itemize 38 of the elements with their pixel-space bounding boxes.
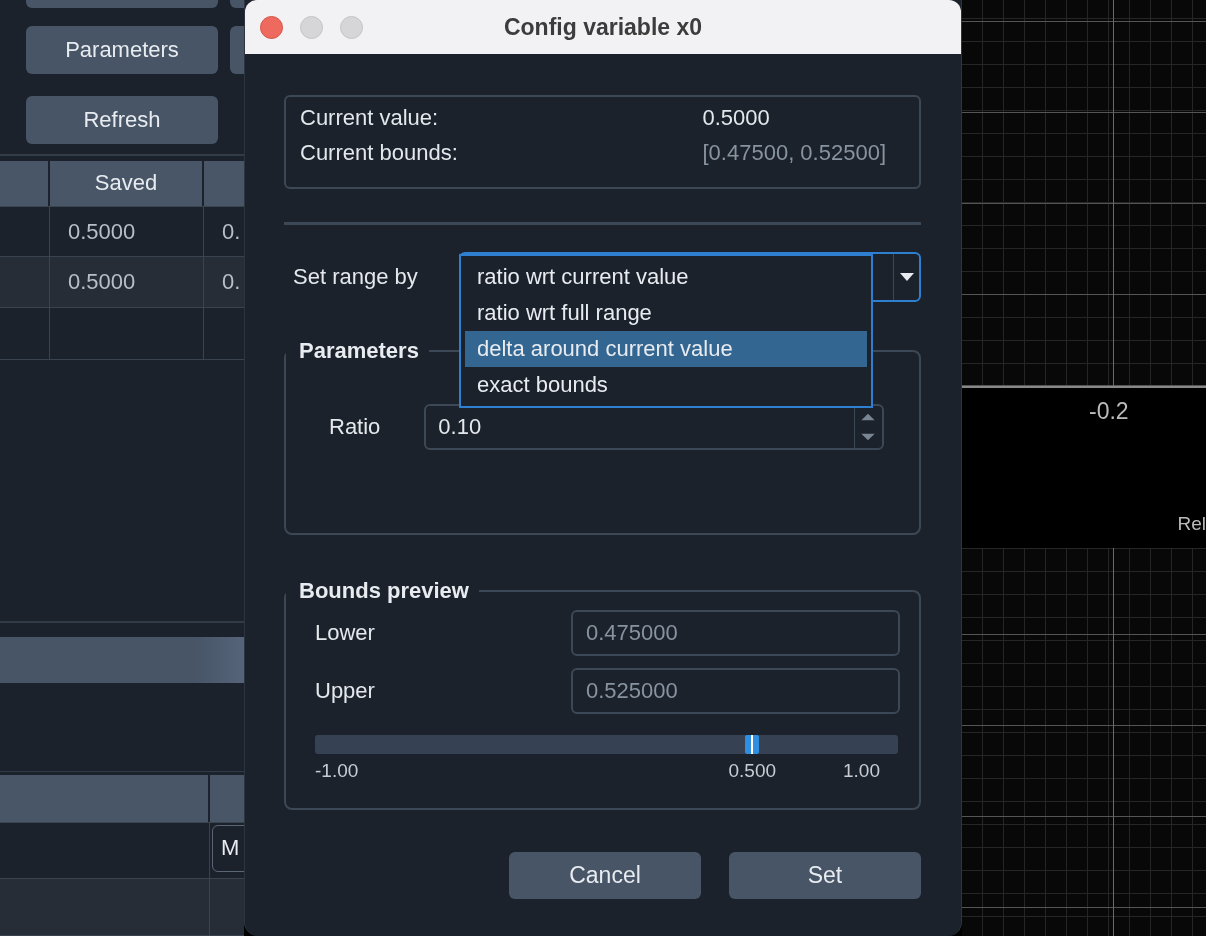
lower-label: Lower bbox=[315, 620, 376, 646]
axis-tick-label: -0.2 bbox=[1089, 398, 1129, 425]
group-title: Bounds preview bbox=[298, 578, 470, 604]
window-title: Config variable x0 bbox=[503, 13, 703, 41]
column-header[interactable] bbox=[0, 775, 210, 823]
slider-min-label: -1.00 bbox=[315, 760, 359, 782]
parameters-button[interactable]: Parameters bbox=[26, 26, 218, 74]
axis-title: Rel bbox=[1177, 513, 1206, 535]
table-cell: 0.5000 bbox=[50, 206, 204, 257]
dropdown-option[interactable]: ratio wrt current value bbox=[465, 259, 867, 295]
current-value-label: Current value: bbox=[300, 105, 440, 131]
zoom-button[interactable] bbox=[340, 15, 363, 39]
minimize-button[interactable] bbox=[300, 15, 323, 39]
refresh-button[interactable]: Refresh bbox=[26, 96, 218, 144]
close-button[interactable] bbox=[260, 15, 283, 39]
ratio-label: Ratio bbox=[329, 414, 381, 440]
set-button[interactable]: Set bbox=[729, 852, 921, 899]
cancel-button[interactable]: Cancel bbox=[509, 852, 701, 899]
dropdown-option[interactable]: ratio wrt full range bbox=[465, 295, 867, 331]
slider-max-label: 1.00 bbox=[843, 760, 880, 782]
current-bounds-label: Current bounds: bbox=[300, 140, 459, 166]
ratio-spinbox[interactable]: 0.10 bbox=[424, 404, 884, 450]
lower-field[interactable]: 0.475000 bbox=[571, 610, 900, 656]
current-value: 0.5000 bbox=[702, 105, 771, 131]
column-header[interactable]: Saved bbox=[50, 160, 204, 206]
slider-value-label: 0.500 bbox=[728, 760, 776, 782]
table-cell: 0.5000 bbox=[50, 257, 204, 308]
dropdown-option[interactable]: delta around current value bbox=[465, 331, 867, 367]
group-title: Parameters bbox=[298, 338, 420, 364]
set-range-label: Set range by bbox=[292, 264, 419, 290]
current-bounds: [0.47500, 0.52500] bbox=[702, 140, 886, 166]
dropdown-caret-icon bbox=[899, 273, 914, 281]
bounds-slider[interactable] bbox=[315, 735, 898, 754]
column-header[interactable] bbox=[0, 160, 50, 206]
slider-thumb[interactable] bbox=[745, 735, 760, 754]
upper-field[interactable]: 0.525000 bbox=[571, 668, 900, 714]
upper-label: Upper bbox=[315, 678, 376, 704]
dropdown-option[interactable]: exact bounds bbox=[465, 367, 867, 403]
